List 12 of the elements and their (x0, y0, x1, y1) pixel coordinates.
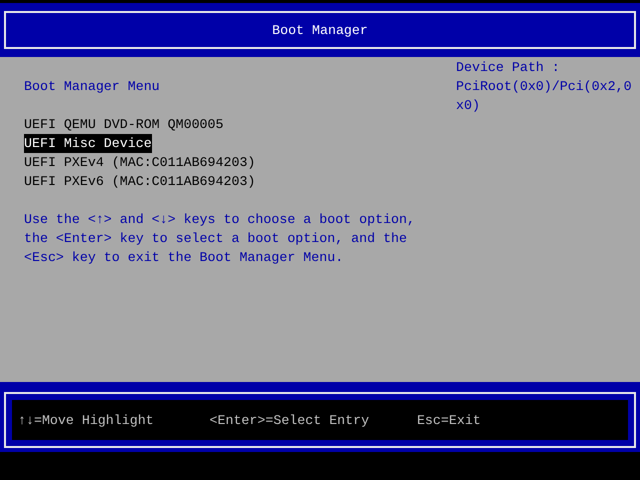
boot-option[interactable]: UEFI Misc Device (24, 134, 152, 153)
help-text: Use the <↑> and <↓> keys to choose a boot option, the <Enter> key to select a boot option, and the <Esc> key to exit the Boot Manager Menu. (24, 211, 416, 267)
device-path-value: PciRoot(0x0)/Pci(0x2,0x0) (456, 78, 632, 115)
key-hint: <Enter>=Select Entry (210, 412, 370, 430)
key-hint: ↑↓=Move Highlight (18, 412, 155, 430)
boot-option[interactable]: UEFI QEMU DVD-ROM QM00005 (24, 115, 224, 134)
key-hint: Esc=Exit (416, 412, 481, 430)
boot-option[interactable]: UEFI PXEv6 (MAC:C011AB694203) (24, 172, 256, 191)
boot-option[interactable]: UEFI PXEv4 (MAC:C011AB694203) (24, 153, 256, 172)
device-path-label: Device Path : (456, 59, 561, 77)
screen-title: Boot Manager (272, 22, 368, 40)
menu-title: Boot Manager Menu (24, 78, 161, 96)
